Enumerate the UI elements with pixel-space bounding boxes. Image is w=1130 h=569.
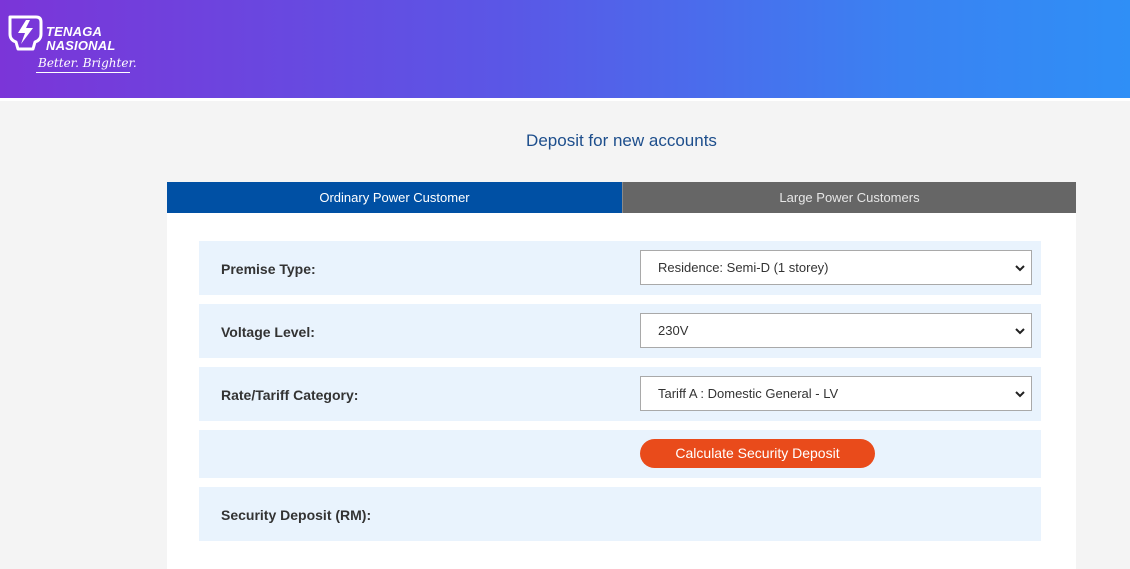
brand-tagline: Better. Brighter.	[38, 56, 137, 70]
tariff-category-value: Tariff A : Domestic General - LV	[658, 386, 839, 401]
tagline-underline	[36, 72, 130, 73]
tnb-logo[interactable]: TENAGA NASIONAL Better. Brighter.	[6, 14, 137, 80]
premise-type-label: Premise Type:	[221, 261, 316, 277]
brand-name-line2: NASIONAL	[46, 38, 116, 53]
voltage-level-select[interactable]: 230V	[640, 313, 1032, 348]
calculate-row: Calculate Security Deposit	[199, 430, 1041, 478]
site-header: TENAGA NASIONAL Better. Brighter.	[0, 0, 1130, 98]
premise-type-select[interactable]: Residence: Semi-D (1 storey)	[640, 250, 1032, 285]
tariff-category-label: Rate/Tariff Category:	[221, 387, 359, 403]
customer-type-tabs: Ordinary Power Customer Large Power Cust…	[167, 182, 1076, 213]
calculate-security-deposit-button[interactable]: Calculate Security Deposit	[640, 439, 875, 468]
header-divider	[0, 98, 1130, 101]
chevron-down-icon	[1015, 391, 1025, 398]
chevron-down-icon	[1015, 265, 1025, 272]
premise-type-value: Residence: Semi-D (1 storey)	[658, 260, 829, 275]
page-title: Deposit for new accounts	[526, 131, 717, 150]
lightning-bulb-icon	[8, 15, 43, 51]
tab-large-power-customers[interactable]: Large Power Customers	[622, 182, 1076, 213]
tariff-category-select[interactable]: Tariff A : Domestic General - LV	[640, 376, 1032, 411]
premise-type-row: Premise Type: Residence: Semi-D (1 store…	[199, 241, 1041, 295]
brand-name-line1: TENAGA	[46, 24, 103, 39]
tab-ordinary-power-customer[interactable]: Ordinary Power Customer	[167, 182, 622, 213]
voltage-level-row: Voltage Level: 230V	[199, 304, 1041, 358]
tariff-category-row: Rate/Tariff Category: Tariff A : Domesti…	[199, 367, 1041, 421]
security-deposit-label: Security Deposit (RM):	[221, 507, 372, 523]
security-deposit-row: Security Deposit (RM):	[199, 487, 1041, 541]
voltage-level-label: Voltage Level:	[221, 324, 315, 340]
deposit-form-panel: Premise Type: Residence: Semi-D (1 store…	[167, 213, 1076, 569]
voltage-level-value: 230V	[658, 323, 689, 338]
chevron-down-icon	[1015, 328, 1025, 335]
